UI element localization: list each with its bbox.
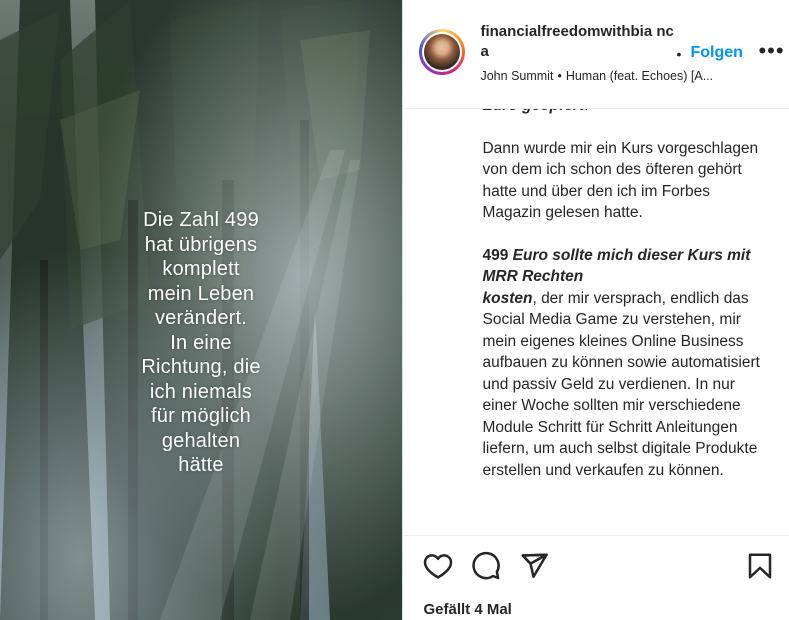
username-link[interactable]: financialfreedomwithbia nca — [480, 22, 680, 62]
post-media[interactable]: Die Zahl 499 hat übrigens komplett mein … — [0, 0, 403, 620]
music-separator: • — [557, 69, 562, 83]
more-options-icon[interactable]: ••• — [758, 38, 784, 64]
avatar[interactable] — [419, 29, 466, 75]
separator-dot: • — [676, 46, 682, 62]
follow-button[interactable]: Folgen — [690, 44, 742, 62]
post-viewer: Die Zahl 499 hat übrigens komplett mein … — [0, 0, 789, 620]
post-header: financialfreedomwithbia nca • Folgen •••… — [403, 0, 789, 109]
heart-icon[interactable] — [423, 551, 453, 581]
music-info[interactable]: John Summit • Human (feat. Echoes) [A... — [480, 69, 713, 83]
image-caption-text: Die Zahl 499 hat übrigens komplett mein … — [141, 209, 261, 476]
comment-icon[interactable] — [471, 551, 501, 581]
music-track: Human (feat. Echoes) [A... — [565, 69, 714, 83]
caption-body: Euro geopfert. Dann wurde mir ein Kurs v… — [403, 95, 789, 481]
divider — [403, 535, 789, 536]
avatar-photo — [424, 34, 461, 70]
caption-emphasis-2: kosten — [482, 289, 533, 307]
bookmark-icon[interactable] — [745, 551, 775, 581]
action-bar — [403, 537, 789, 593]
likes-count[interactable]: Gefällt 4 Mal — [423, 601, 511, 618]
caption-price: 499 — [482, 246, 513, 264]
caption-paragraph-2: 499 Euro sollte mich dieser Kurs mit MRR… — [482, 245, 765, 482]
music-artist: John Summit — [480, 69, 554, 83]
share-icon[interactable] — [519, 551, 549, 581]
caption-paragraph-2-rest: , der mir versprach, endlich das Social … — [482, 289, 760, 479]
caption-scroll-area[interactable]: Euro geopfert. Dann wurde mir ein Kurs v… — [403, 95, 789, 535]
caption-paragraph-1: Dann wurde mir ein Kurs vorgeschlagen vo… — [482, 139, 759, 222]
post-details-panel: financialfreedomwithbia nca • Folgen •••… — [402, 0, 789, 620]
caption-emphasis-1: Euro sollte mich dieser Kurs mit MRR Rec… — [482, 246, 751, 286]
